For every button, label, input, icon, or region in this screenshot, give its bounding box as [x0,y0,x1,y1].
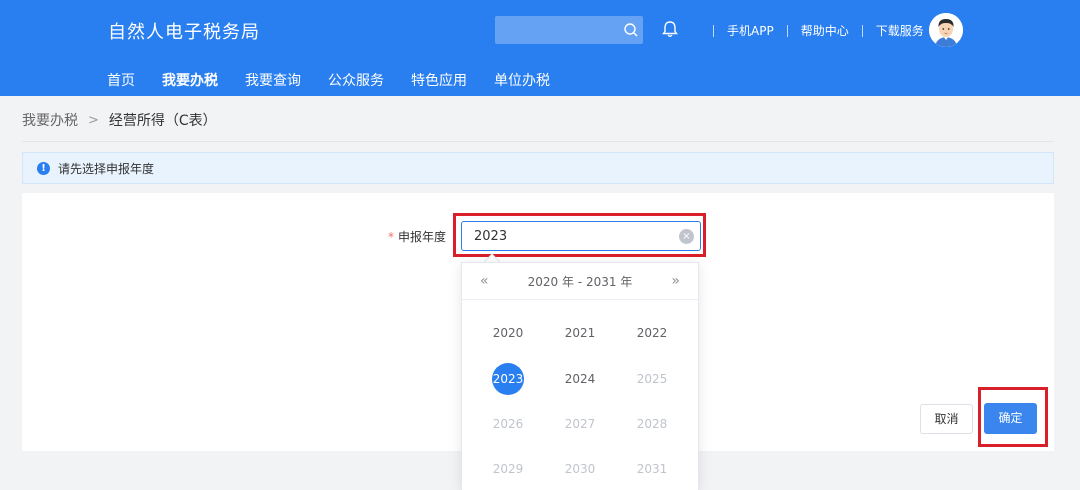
search-box[interactable] [495,16,643,44]
breadcrumb-divider [22,141,1054,142]
notice-text: 请先选择申报年度 [58,161,155,176]
year-input[interactable] [462,222,672,250]
year-cell-2031: 2031 [632,453,672,485]
user-avatar-icon [929,13,963,47]
prev-decade-icon[interactable]: « [480,273,489,289]
main-nav: 首页 我要办税 我要查询 公众服务 特色应用 单位办税 [107,70,577,90]
year-cell-label: 2026 [492,417,524,431]
required-mark: * [388,230,394,244]
year-cell-2024[interactable]: 2024 [560,363,600,395]
picker-range-label: 2020 年 - 2031 年 [527,274,633,289]
next-decade-icon[interactable]: » [671,273,680,289]
divider [713,24,714,37]
clear-icon[interactable]: × [679,229,694,244]
year-cell-label: 2021 [564,326,596,340]
year-picker: « 2020 年 - 2031 年 » 2020 2021 2022 2023 2024… [461,262,699,490]
year-cell-label: 2024 [564,372,596,386]
year-cell-2023[interactable]: 2023 [488,363,528,395]
site-title[interactable]: 自然人电子税务局 [108,18,260,44]
mobile-app-link[interactable]: 手机APP [727,22,774,39]
breadcrumb-separator: > [88,112,99,128]
year-cell-label: 2030 [564,462,596,476]
year-cell-2021[interactable]: 2021 [560,317,600,349]
picker-header: « 2020 年 - 2031 年 » [462,263,698,300]
nav-tax-filing[interactable]: 我要办税 [162,70,218,90]
year-select[interactable]: × [461,221,701,251]
year-cell-2025: 2025 [632,363,672,395]
breadcrumb-parent[interactable]: 我要办税 [22,110,78,130]
search-icon[interactable] [623,22,639,38]
year-cell-label: 2027 [564,417,596,431]
breadcrumb: 我要办税 > 经营所得（C表） [22,110,217,130]
avatar[interactable] [929,13,963,47]
help-center-link[interactable]: 帮助中心 [801,22,849,39]
breadcrumb-current: 经营所得（C表） [108,113,217,129]
year-cell-label: 2023 [492,363,524,395]
year-label: * 申报年度 [388,228,446,245]
top-links: 手机APP 帮助中心 下载服务 [700,22,924,39]
divider [861,24,863,37]
nav-home[interactable]: 首页 [107,70,135,90]
year-cell-label: 2022 [636,326,668,340]
cancel-button[interactable]: 取消 [920,404,973,434]
divider [786,24,788,37]
year-cell-label: 2031 [636,462,668,476]
top-header: 自然人电子税务局 手机APP 帮助中心 下载服务 首页 我要办税 我要查询 公众… [0,0,1080,96]
search-input[interactable] [495,16,621,44]
notice-banner: ! 请先选择申报年度 [22,152,1054,184]
year-cell-label: 2028 [636,417,668,431]
year-label-text: 申报年度 [398,230,447,244]
year-cell-2026: 2026 [488,408,528,440]
year-cell-label: 2029 [492,462,524,476]
year-cell-2028: 2028 [632,408,672,440]
nav-unit-tax[interactable]: 单位办税 [494,70,550,90]
nav-featured-apps[interactable]: 特色应用 [411,70,467,90]
year-cell-2029: 2029 [488,453,528,485]
year-cell-2020[interactable]: 2020 [488,317,528,349]
year-cell-label: 2025 [636,372,668,386]
nav-query[interactable]: 我要查询 [245,70,301,90]
nav-public-service[interactable]: 公众服务 [328,70,384,90]
confirm-button[interactable]: 确定 [984,403,1037,434]
year-cell-2027: 2027 [560,408,600,440]
year-cell-2022[interactable]: 2022 [632,317,672,349]
year-cell-2030: 2030 [560,453,600,485]
download-service-link[interactable]: 下载服务 [876,22,924,39]
year-cell-label: 2020 [492,326,524,340]
info-icon: ! [37,161,50,175]
bell-icon[interactable] [660,19,680,39]
